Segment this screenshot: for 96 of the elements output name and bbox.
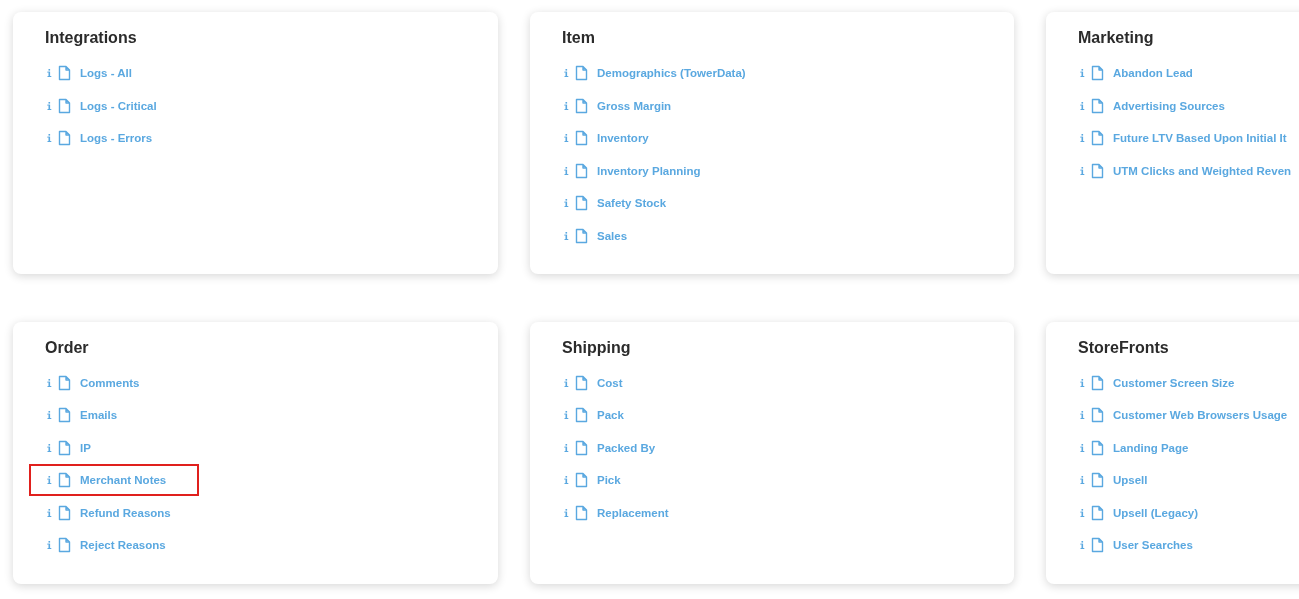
report-link[interactable]: Logs - Critical [80,99,157,112]
info-icon[interactable] [1080,411,1085,420]
document-icon [1091,407,1104,424]
report-link[interactable]: User Searches [1113,539,1193,552]
document-icon [58,97,71,114]
report-link[interactable]: Pick [597,474,621,487]
info-icon[interactable] [1080,134,1085,143]
report-link[interactable]: Reject Reasons [80,539,166,552]
info-icon[interactable] [1080,69,1085,78]
report-link[interactable]: Merchant Notes [80,474,167,487]
document-icon [1091,97,1104,114]
document-icon [575,130,588,147]
document-icon [575,407,588,424]
document-icon [575,65,588,82]
report-link[interactable]: Future LTV Based Upon Initial It [1113,132,1287,145]
report-link[interactable]: Pack [597,409,624,422]
info-icon[interactable] [564,199,569,208]
report-link[interactable]: Inventory Planning [597,164,701,177]
document-icon [575,504,588,521]
info-icon[interactable] [564,378,569,387]
report-link[interactable]: Logs - Errors [80,132,153,145]
report-link[interactable]: Landing Page [1113,441,1189,454]
document-icon [58,65,71,82]
info-icon[interactable] [1080,476,1085,485]
document-icon [58,504,71,521]
card-title: StoreFronts [1078,338,1170,357]
card-title: Item [562,29,596,47]
document-icon [58,472,71,489]
report-link[interactable]: Cost [597,376,623,389]
info-icon[interactable] [47,411,52,420]
report-link[interactable]: Upsell [1113,474,1148,487]
report-link[interactable]: Emails [80,409,118,422]
info-icon[interactable] [47,476,52,485]
report-link[interactable]: Comments [80,376,140,389]
document-icon [58,407,71,424]
info-icon[interactable] [47,69,52,78]
info-icon[interactable] [564,411,569,420]
info-icon[interactable] [1080,443,1085,452]
info-icon[interactable] [564,134,569,143]
document-icon [58,374,71,391]
report-link[interactable]: Customer Screen Size [1113,376,1235,389]
document-icon [1091,374,1104,391]
info-icon[interactable] [47,508,52,517]
info-icon[interactable] [47,378,52,387]
document-icon [58,439,71,456]
report-link[interactable]: IP [80,441,91,454]
info-icon[interactable] [1080,166,1085,175]
info-icon[interactable] [564,231,569,240]
document-icon [1091,130,1104,147]
document-icon [575,227,588,244]
report-link[interactable]: Gross Margin [597,99,672,112]
report-link[interactable]: Inventory [597,132,649,145]
document-icon [1091,439,1104,456]
report-link[interactable]: Customer Web Browsers Usage [1113,409,1288,422]
report-link[interactable]: Sales [597,229,628,242]
info-icon[interactable] [1080,101,1085,110]
card-title: Integrations [45,29,138,47]
report-link[interactable]: Advertising Sources [1113,99,1225,112]
report-link[interactable]: Abandon Lead [1113,67,1193,80]
document-icon [1091,504,1104,521]
document-icon [58,537,71,554]
document-icon [575,374,588,391]
info-icon[interactable] [564,101,569,110]
document-icon [575,439,588,456]
report-link[interactable]: Demographics (TowerData) [597,67,746,80]
info-icon[interactable] [564,508,569,517]
document-icon [1091,162,1104,179]
card-title: Order [45,338,90,357]
info-icon[interactable] [564,69,569,78]
info-icon[interactable] [47,101,52,110]
info-icon[interactable] [564,476,569,485]
document-icon [575,472,588,489]
info-icon[interactable] [47,541,52,550]
document-icon [575,97,588,114]
card-title: Shipping [562,338,632,357]
info-icon[interactable] [564,166,569,175]
report-link[interactable]: Refund Reasons [80,506,171,519]
report-link[interactable]: Replacement [597,506,669,519]
document-icon [575,162,588,179]
document-icon [1091,537,1104,554]
info-icon[interactable] [47,134,52,143]
info-icon[interactable] [1080,541,1085,550]
info-icon[interactable] [47,443,52,452]
card-title: Marketing [1078,29,1155,47]
report-link[interactable]: UTM Clicks and Weighted Reven [1113,164,1292,177]
report-link[interactable]: Logs - All [80,67,132,80]
report-link[interactable]: Packed By [597,441,656,454]
document-icon [1091,65,1104,82]
document-icon [575,195,588,212]
info-icon[interactable] [1080,508,1085,517]
info-icon[interactable] [1080,378,1085,387]
document-icon [58,130,71,147]
document-icon [1091,472,1104,489]
report-link[interactable]: Safety Stock [597,197,667,210]
info-icon[interactable] [564,443,569,452]
report-link[interactable]: Upsell (Legacy) [1113,506,1198,519]
